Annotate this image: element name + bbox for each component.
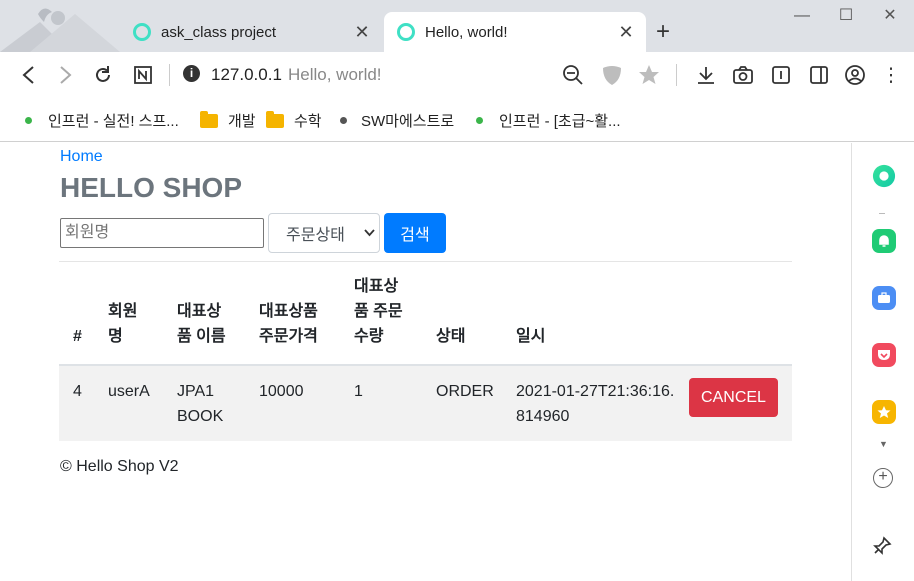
divider — [169, 64, 170, 86]
menu-icon[interactable]: ⋮ — [879, 63, 903, 87]
table-row: 4 userA JPA1 BOOK 10000 1 ORDER 2021-01-… — [59, 365, 792, 441]
bookmark-folder-math[interactable]: 수학 — [266, 110, 322, 131]
tab-ask-class[interactable]: ask_class project ✕ — [120, 12, 382, 52]
maximize-icon[interactable]: ☐ — [826, 4, 866, 28]
header-line: 상태 — [436, 328, 466, 345]
header-line: 대표상 — [177, 303, 222, 320]
column-header-price: 대표상품 주문가격 — [259, 262, 354, 366]
chevron-down-icon[interactable]: ▼ — [879, 439, 888, 449]
bookmark-inflearn-spring[interactable]: 인프런 - 실전! 스프... — [25, 110, 179, 131]
camera-icon[interactable] — [731, 63, 755, 87]
bookmark-folder-dev[interactable]: 개발 — [200, 110, 256, 131]
notion-icon[interactable] — [131, 63, 155, 87]
tab-favicon-icon — [133, 23, 151, 41]
inflearn-icon — [25, 117, 32, 124]
tab-hello-world[interactable]: Hello, world! ✕ — [384, 12, 646, 52]
browser-theme-icon — [0, 0, 120, 52]
bookmark-label: 개발 — [228, 113, 256, 130]
footer-text: © Hello Shop V2 — [60, 458, 179, 475]
pin-icon[interactable] — [872, 536, 892, 561]
forward-icon[interactable] — [54, 63, 78, 87]
sw-maestro-icon — [340, 117, 347, 124]
column-header-item-name: 대표상 품 이름 — [177, 262, 259, 366]
header-line: 수량 — [354, 328, 384, 345]
header-line: 회원 — [108, 303, 138, 320]
header-line: 명 — [108, 328, 123, 345]
bookmark-star-icon[interactable] — [637, 63, 661, 87]
close-icon[interactable]: ✕ — [350, 22, 374, 43]
header-line: # — [73, 328, 82, 345]
header-line: 품 이름 — [177, 328, 226, 345]
column-header-member: 회원 명 — [108, 262, 177, 366]
url-page-title[interactable]: Hello, world! — [288, 65, 382, 85]
reload-icon[interactable] — [91, 63, 115, 87]
column-header-action — [689, 262, 792, 366]
bookmark-label: 인프런 - [초급~활... — [499, 113, 621, 130]
orders-table: # 회원 명 대표상 품 이름 대표상품 주문가격 대표상 품 주문 수량 상태… — [59, 262, 792, 441]
cell-id: 4 — [59, 365, 108, 441]
column-header-count: 대표상 품 주문 수량 — [354, 262, 436, 366]
tab-bar: ask_class project ✕ Hello, world! ✕ + — … — [0, 0, 914, 52]
close-icon[interactable]: ✕ — [614, 22, 638, 43]
column-header-status: 상태 — [436, 262, 516, 366]
cell-date: 2021-01-27T21:36:16.814960 — [516, 365, 689, 441]
header-line: 일시 — [516, 328, 546, 345]
download-icon[interactable] — [694, 63, 718, 87]
site-info-icon[interactable]: i — [183, 65, 200, 82]
inflearn-icon — [476, 117, 483, 124]
table-header-row: # 회원 명 대표상 품 이름 대표상품 주문가격 대표상 품 주문 수량 상태… — [59, 262, 792, 366]
tab-title: ask_class project — [161, 23, 277, 41]
cell-member: userA — [108, 365, 177, 441]
bookmark-sw-maestro[interactable]: SW마에스트로 — [340, 110, 454, 131]
header-line: 품 주문 — [354, 303, 403, 320]
sidebar-toggle-icon[interactable] — [807, 63, 831, 87]
chevron-down-icon — [364, 226, 375, 240]
shield-icon[interactable] — [600, 63, 624, 87]
divider — [676, 64, 677, 86]
header-line: 대표상 — [354, 278, 399, 295]
bookmark-label: 인프런 - 실전! 스프... — [48, 113, 179, 130]
order-status-value: 주문상태 — [286, 227, 345, 244]
star-favorites-icon[interactable] — [872, 400, 896, 424]
bookmark-inflearn-beginner[interactable]: 인프런 - [초급~활... — [476, 110, 621, 131]
header-line: 대표상품 — [259, 303, 318, 320]
cell-price: 10000 — [259, 365, 354, 441]
cell-action: CANCEL — [689, 365, 792, 441]
minimize-icon[interactable]: — — [782, 4, 822, 28]
pocket-icon[interactable] — [872, 343, 896, 367]
scroll-up-indicator[interactable] — [879, 213, 885, 216]
whale-green-icon[interactable] — [872, 164, 896, 188]
browser-sidebar: ▼ + — [851, 143, 914, 581]
column-header-id: # — [59, 262, 108, 366]
window-close-icon[interactable]: ✕ — [870, 4, 910, 28]
cell-count: 1 — [354, 365, 436, 441]
cell-status: ORDER — [436, 365, 516, 441]
folder-icon — [266, 110, 284, 128]
header-line: 주문가격 — [259, 328, 318, 345]
back-icon[interactable] — [16, 63, 40, 87]
column-header-date: 일시 — [516, 262, 689, 366]
tab-title: Hello, world! — [425, 23, 508, 41]
new-tab-button[interactable]: + — [656, 18, 670, 46]
search-button[interactable]: 검색 — [384, 213, 446, 253]
tab-favicon-icon — [397, 23, 415, 41]
zoom-out-icon[interactable] — [561, 63, 585, 87]
cell-item-name: JPA1 BOOK — [177, 365, 259, 441]
breadcrumb-home-link[interactable]: Home — [60, 148, 103, 166]
add-icon[interactable]: + — [873, 468, 893, 488]
notification-bell-icon[interactable] — [872, 229, 896, 253]
profile-icon[interactable] — [843, 63, 867, 87]
cancel-order-button[interactable]: CANCEL — [689, 378, 778, 417]
page-title: HELLO SHOP — [60, 172, 243, 203]
url-host[interactable]: 127.0.0.1 — [211, 65, 282, 85]
folder-icon — [200, 110, 218, 128]
bookmark-label: 수학 — [294, 113, 322, 130]
order-status-select[interactable]: 주문상태 — [268, 213, 380, 253]
reader-mode-icon[interactable] — [769, 63, 793, 87]
bookmark-label: SW마에스트로 — [361, 113, 455, 130]
briefcase-icon[interactable] — [872, 286, 896, 310]
member-name-input[interactable] — [60, 218, 264, 248]
